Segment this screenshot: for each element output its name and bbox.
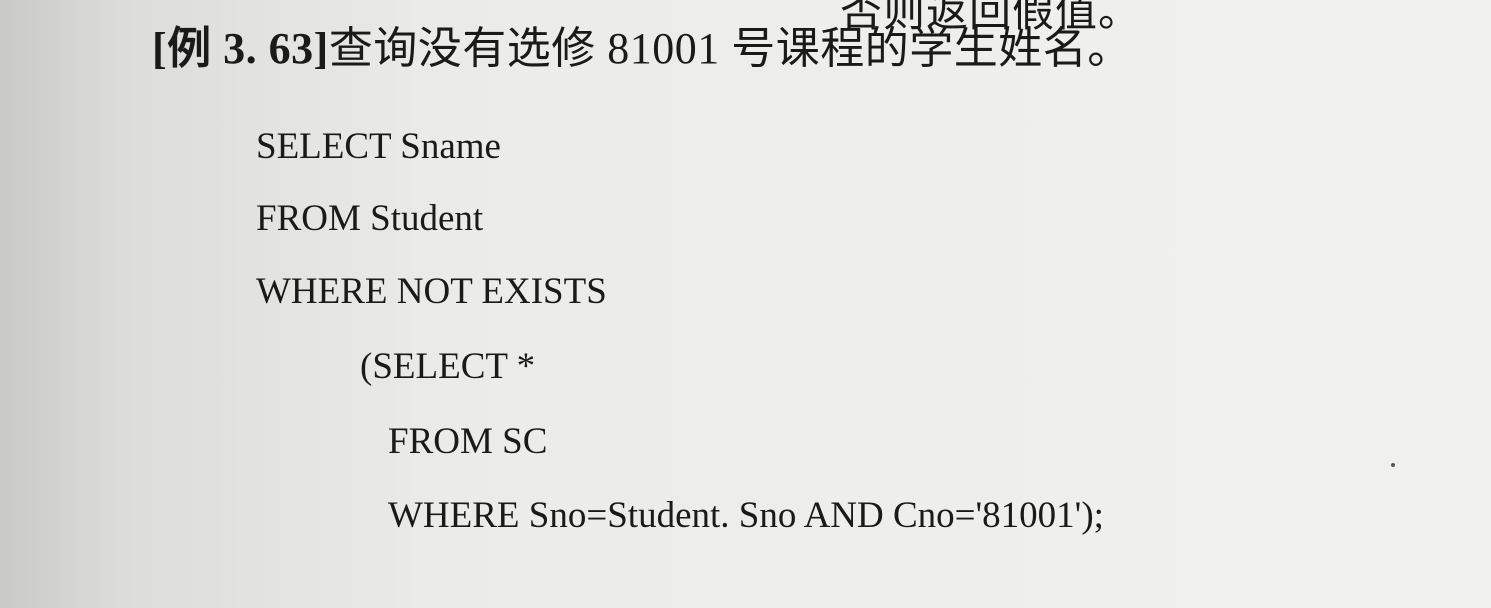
code-line-subquery-from: FROM SC bbox=[388, 421, 548, 462]
code-line-subquery-where: WHERE Sno=Student. Sno AND Cno='81001'); bbox=[388, 495, 1104, 536]
code-line-from: FROM Student bbox=[256, 198, 484, 239]
code-line-subquery-select: (SELECT * bbox=[360, 346, 536, 387]
paper-speck bbox=[1391, 463, 1395, 467]
code-line-where-not-exists: WHERE NOT EXISTS bbox=[256, 271, 607, 312]
example-title: 查询没有选修 81001 号课程的学生姓名。 bbox=[328, 24, 1132, 73]
book-page: ​ 否则返回假值。 [例 3. 63]查询没有选修 81001 号课程的学生姓名… bbox=[0, 0, 1491, 608]
example-label: [例 3. 63] bbox=[152, 24, 329, 73]
code-line-select: SELECT Sname bbox=[256, 126, 501, 167]
example-heading: [例 3. 63]查询没有选修 81001 号课程的学生姓名。 bbox=[152, 12, 1132, 76]
